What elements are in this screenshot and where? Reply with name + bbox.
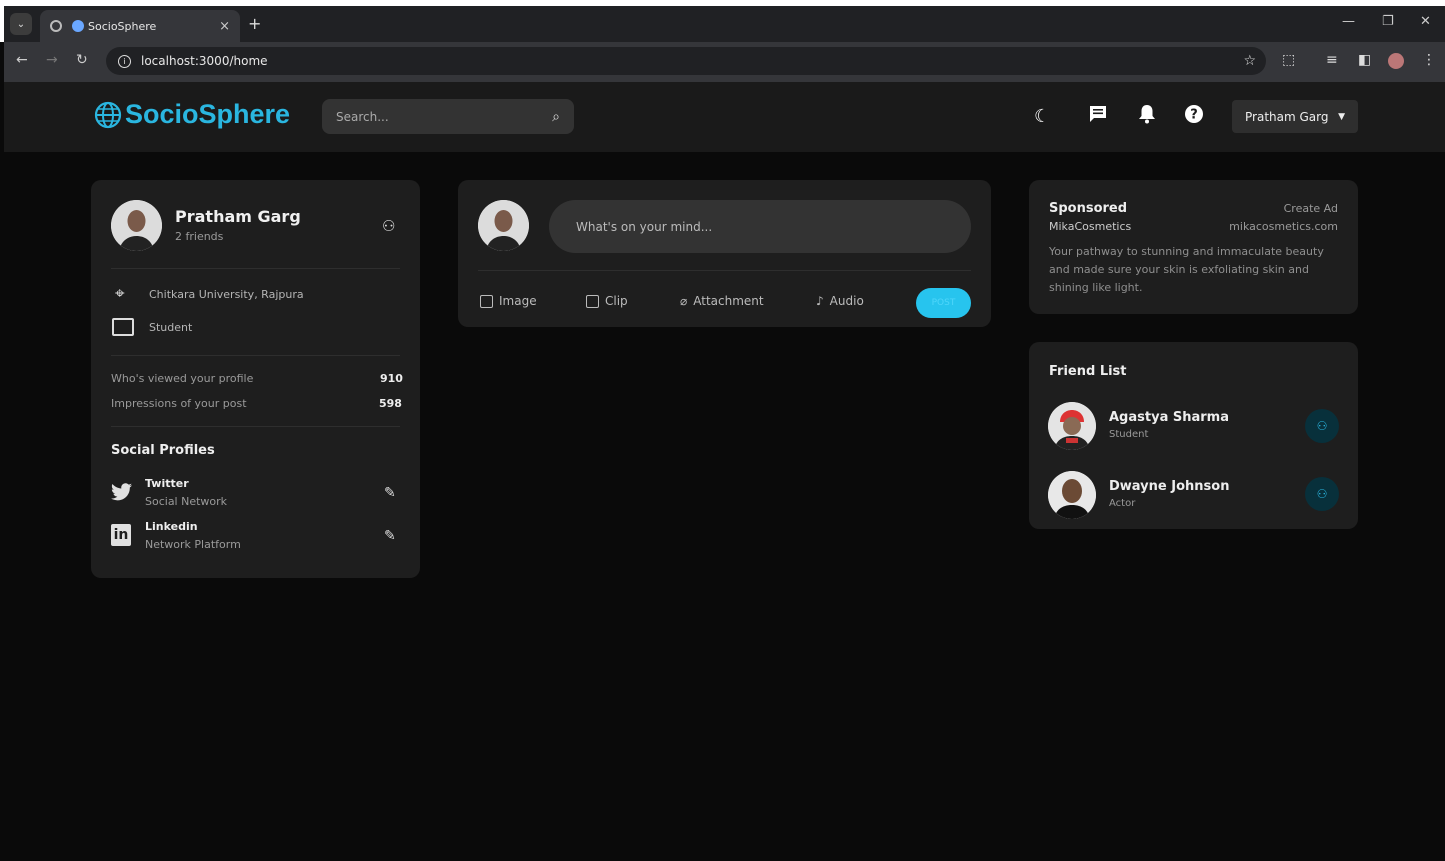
help-icon[interactable]: ? <box>1184 104 1204 129</box>
impressions-label: Impressions of your post <box>111 397 247 410</box>
new-tab-button[interactable]: + <box>248 14 261 33</box>
search-input[interactable]: Search... <box>336 110 389 124</box>
post-button[interactable]: POST <box>916 288 971 318</box>
attachment-action-label: Attachment <box>693 294 764 308</box>
microphone-icon: ♪ <box>816 294 824 308</box>
reading-list-icon[interactable]: ≡ <box>1326 52 1338 68</box>
globe-favicon-icon <box>72 20 84 32</box>
profile-card: Pratham Garg 2 friends ⚇ ⌖ Chitkara Univ… <box>91 180 420 578</box>
clip-action-label: Clip <box>605 294 628 308</box>
profile-views-label: Who's viewed your profile <box>111 372 254 385</box>
address-bar-row: ← → ↻ i localhost:3000/home ☆ ⬚ ≡ ◧ ⋮ <box>4 42 1445 82</box>
search-box[interactable]: Search... ⌕ <box>322 99 574 134</box>
app-navbar: SocioSphere Search... ⌕ ☾ ? Pratham Garg… <box>4 82 1445 152</box>
profile-avatar[interactable] <box>111 200 162 251</box>
friend-avatar[interactable] <box>1048 471 1096 519</box>
sponsored-card: Sponsored Create Ad MikaCosmetics mikaco… <box>1029 180 1358 314</box>
friend-list-title: Friend List <box>1049 364 1127 379</box>
minimize-icon[interactable]: — <box>1342 14 1355 29</box>
paperclip-icon: ⌀ <box>680 294 688 308</box>
divider <box>111 268 400 269</box>
site-info-icon[interactable]: i <box>118 54 131 68</box>
side-panel-icon[interactable]: ◧ <box>1358 52 1371 68</box>
app-logo[interactable]: SocioSphere <box>94 99 290 130</box>
browser-tab-strip: ⌄ SocioSphere × + — ❐ ✕ <box>0 0 1445 42</box>
post-input-placeholder: What's on your mind... <box>576 219 713 234</box>
dark-mode-moon-icon[interactable]: ☾ <box>1034 106 1050 127</box>
close-tab-icon[interactable]: × <box>219 19 230 34</box>
image-action[interactable]: Image <box>480 294 537 308</box>
edit-pencil-icon[interactable]: ✎ <box>384 528 396 544</box>
logo-text: SocioSphere <box>125 99 291 129</box>
friend-role: Actor <box>1109 498 1136 509</box>
audio-action[interactable]: ♪ Audio <box>816 294 864 308</box>
restore-icon[interactable]: ❐ <box>1382 14 1394 29</box>
social-profiles-title: Social Profiles <box>111 443 215 458</box>
profile-views-value: 910 <box>380 372 403 385</box>
messages-icon[interactable] <box>1088 104 1108 129</box>
image-action-label: Image <box>499 294 537 308</box>
audio-action-label: Audio <box>829 294 864 308</box>
tab-search-icon[interactable]: ⌄ <box>10 13 32 35</box>
globe-icon <box>94 101 122 128</box>
back-icon[interactable]: ← <box>16 52 28 68</box>
divider <box>111 426 400 427</box>
extensions-icon[interactable]: ⬚ <box>1282 52 1295 68</box>
post-input[interactable]: What's on your mind... <box>549 200 971 253</box>
sponsor-brand: MikaCosmetics <box>1049 220 1132 233</box>
search-icon[interactable]: ⌕ <box>552 109 560 125</box>
url-text: localhost:3000/home <box>141 54 268 68</box>
svg-text:?: ? <box>1190 108 1198 123</box>
bookmark-star-icon[interactable]: ☆ <box>1243 53 1256 69</box>
sponsored-title: Sponsored <box>1049 201 1128 216</box>
location-text: Chitkara University, Rajpura <box>149 288 304 301</box>
divider <box>478 270 971 271</box>
post-composer-card: What's on your mind... Image Clip ⌀ Attac… <box>458 180 991 327</box>
friend-role: Student <box>1109 429 1149 440</box>
social-item-linkedin-type: Network Platform <box>145 538 241 551</box>
tab-status-icon <box>50 20 62 32</box>
friend-name[interactable]: Dwayne Johnson <box>1109 479 1229 494</box>
location-pin-icon: ⌖ <box>115 284 125 304</box>
friend-name[interactable]: Agastya Sharma <box>1109 410 1229 425</box>
divider <box>111 355 400 356</box>
linkedin-icon: in <box>111 524 131 546</box>
user-dropdown-label: Pratham Garg <box>1245 109 1329 124</box>
forward-icon[interactable]: → <box>46 52 58 68</box>
friend-avatar[interactable] <box>1048 402 1096 450</box>
friend-list-card: Friend List Agastya Sharma Student ⚇ Dwa… <box>1029 342 1358 529</box>
composer-avatar <box>478 200 529 251</box>
profile-avatar-icon[interactable] <box>1388 53 1404 69</box>
briefcase-icon <box>112 318 134 336</box>
clip-action[interactable]: Clip <box>586 294 628 308</box>
create-ad-link[interactable]: Create Ad <box>1284 202 1338 215</box>
sponsor-description: Your pathway to stunning and immaculate … <box>1049 245 1324 294</box>
window-close-icon[interactable]: ✕ <box>1420 14 1431 29</box>
sponsor-site-link[interactable]: mikacosmetics.com <box>1229 220 1338 233</box>
notifications-bell-icon[interactable] <box>1138 104 1156 129</box>
browser-menu-icon[interactable]: ⋮ <box>1422 52 1436 68</box>
impressions-value: 598 <box>379 397 402 410</box>
clip-icon <box>586 294 599 308</box>
tab-title: SocioSphere <box>88 19 157 33</box>
reload-icon[interactable]: ↻ <box>76 52 88 68</box>
image-icon <box>480 294 493 308</box>
browser-tab[interactable]: SocioSphere × <box>40 10 240 42</box>
attachment-action[interactable]: ⌀ Attachment <box>680 294 764 308</box>
social-item-linkedin-name[interactable]: Linkedin <box>145 520 198 533</box>
occupation-text: Student <box>149 321 193 334</box>
chevron-down-icon: ▼ <box>1338 111 1345 122</box>
social-item-twitter-type: Social Network <box>145 495 228 508</box>
user-dropdown[interactable]: Pratham Garg ▼ <box>1232 100 1358 133</box>
twitter-bird-icon <box>111 483 132 505</box>
remove-friend-icon[interactable]: ⚇ <box>1305 477 1339 511</box>
friends-count: 2 friends <box>175 230 224 243</box>
profile-name[interactable]: Pratham Garg <box>175 207 301 226</box>
edit-pencil-icon[interactable]: ✎ <box>384 485 396 501</box>
url-bar[interactable]: i localhost:3000/home ☆ <box>106 47 1266 75</box>
manage-account-icon[interactable]: ⚇ <box>382 217 395 235</box>
social-item-twitter-name[interactable]: Twitter <box>145 477 189 490</box>
remove-friend-icon[interactable]: ⚇ <box>1305 409 1339 443</box>
